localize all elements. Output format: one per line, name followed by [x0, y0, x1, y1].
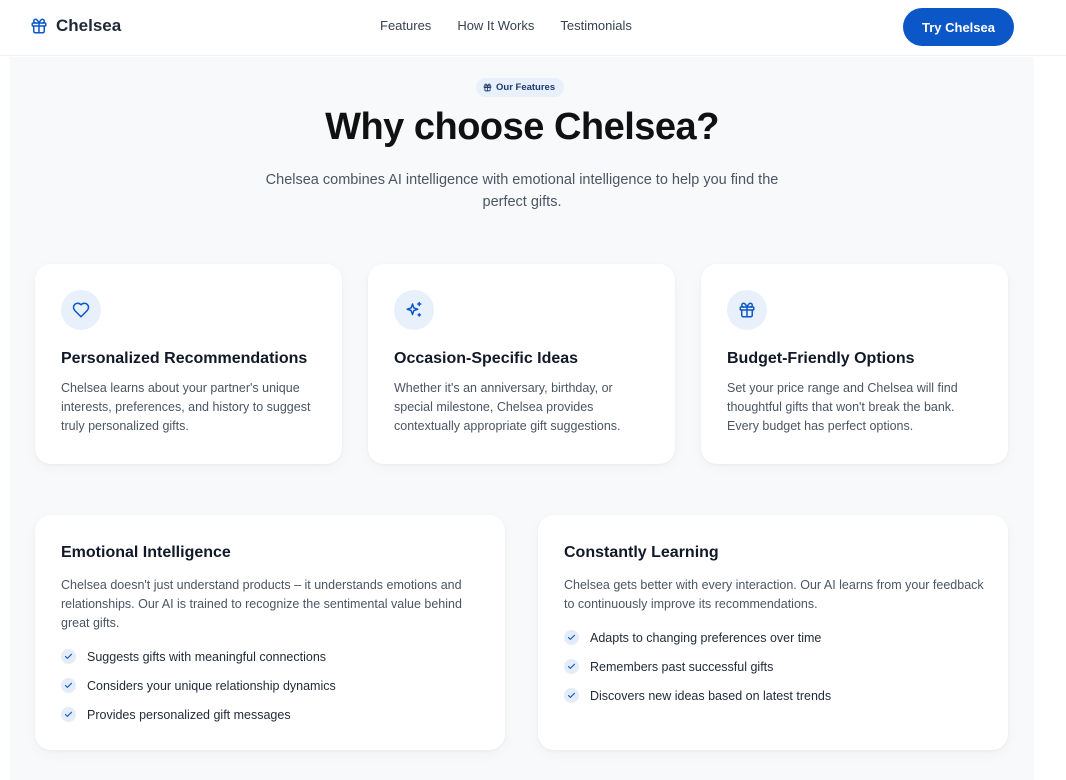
list-item: Discovers new ideas based on latest tren…: [564, 681, 986, 710]
feature-card-personalized: Personalized Recommendations Chelsea lea…: [35, 264, 342, 464]
list-item-text: Remembers past successful gifts: [590, 659, 774, 674]
our-features-badge: Our Features: [476, 78, 565, 97]
nav-link-how-it-works[interactable]: How It Works: [457, 18, 534, 33]
card-description: Whether it's an anniversary, birthday, o…: [394, 381, 621, 433]
icon-badge: [61, 290, 101, 330]
feature-card-budget: Budget-Friendly Options Set your price r…: [701, 264, 1008, 464]
list-item: Considers your unique relationship dynam…: [61, 671, 483, 700]
card-description: Chelsea doesn't just understand products…: [61, 578, 462, 630]
check-icon: [564, 630, 579, 645]
feature-list: Adapts to changing preferences over time…: [564, 623, 986, 710]
card-title: Emotional Intelligence: [61, 544, 231, 561]
badge-label: Our Features: [496, 82, 556, 93]
icon-badge: [394, 290, 434, 330]
list-item: Adapts to changing preferences over time: [564, 623, 986, 652]
section-title: Why choose Chelsea?: [325, 106, 719, 148]
icon-badge: [727, 290, 767, 330]
list-item-text: Discovers new ideas based on latest tren…: [590, 688, 832, 703]
heart-icon: [72, 302, 90, 318]
brand-logo[interactable]: Chelsea: [30, 16, 121, 36]
list-item-text: Suggests gifts with meaningful connectio…: [87, 649, 327, 664]
feature-card-occasion: Occasion-Specific Ideas Whether it's an …: [368, 264, 675, 464]
list-item-text: Adapts to changing preferences over time: [590, 630, 822, 645]
try-chelsea-button[interactable]: Try Chelsea: [903, 8, 1014, 46]
check-icon: [61, 678, 76, 693]
gift-icon: [483, 83, 492, 92]
main-nav: Features How It Works Testimonials: [380, 18, 632, 33]
list-item-text: Considers your unique relationship dynam…: [87, 678, 336, 693]
gift-icon: [31, 18, 47, 34]
feature-card-constantly-learning: Constantly Learning Chelsea gets better …: [538, 515, 1008, 750]
gift-icon: [739, 302, 755, 318]
top-navigation: Chelsea Features How It Works Testimonia…: [0, 0, 1066, 56]
check-icon: [564, 659, 579, 674]
card-title: Occasion-Specific Ideas: [394, 350, 579, 367]
section-subtitle: Chelsea combines AI intelligence with em…: [265, 172, 779, 210]
nav-link-features[interactable]: Features: [380, 18, 431, 33]
card-description: Set your price range and Chelsea will fi…: [727, 381, 958, 433]
brand-name: Chelsea: [56, 16, 122, 35]
list-item: Suggests gifts with meaningful connectio…: [61, 642, 483, 671]
list-item-text: Provides personalized gift messages: [87, 707, 291, 722]
list-item: Provides personalized gift messages: [61, 700, 483, 729]
card-title: Personalized Recommendations: [61, 350, 308, 367]
sparkles-icon: [406, 301, 422, 317]
list-item: Remembers past successful gifts: [564, 652, 986, 681]
check-icon: [61, 707, 76, 722]
check-icon: [61, 649, 76, 664]
feature-card-emotional-intelligence: Emotional Intelligence Chelsea doesn't j…: [35, 515, 505, 750]
feature-list: Suggests gifts with meaningful connectio…: [61, 642, 483, 729]
card-title: Constantly Learning: [564, 544, 719, 561]
card-description: Chelsea learns about your partner's uniq…: [61, 381, 311, 433]
card-description: Chelsea gets better with every interacti…: [564, 578, 984, 611]
nav-link-testimonials[interactable]: Testimonials: [560, 18, 632, 33]
check-icon: [564, 688, 579, 703]
card-title: Budget-Friendly Options: [727, 350, 915, 367]
